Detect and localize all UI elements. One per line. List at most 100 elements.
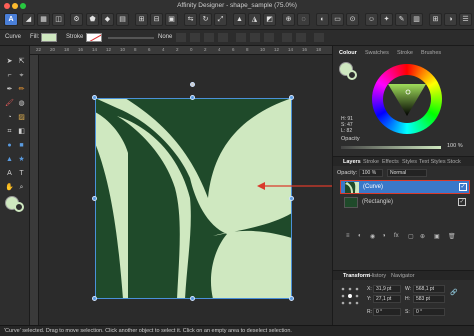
mask-icon[interactable]: ◑ bbox=[444, 13, 457, 26]
ellipse-tool-icon[interactable]: ● bbox=[4, 140, 15, 151]
persona-vector-icon[interactable]: ◢ bbox=[22, 13, 35, 26]
colour-triangle[interactable] bbox=[386, 80, 428, 118]
curve-option-2-icon[interactable] bbox=[190, 33, 200, 42]
frame-text-icon[interactable]: T bbox=[16, 168, 27, 179]
fill-swatch[interactable] bbox=[41, 33, 57, 42]
tab-swatches[interactable]: Swatches bbox=[365, 50, 389, 56]
tab-colour[interactable]: Colour bbox=[339, 50, 357, 56]
curve-option-3-icon[interactable] bbox=[204, 33, 214, 42]
visibility-checkbox[interactable]: ✓ bbox=[458, 198, 466, 206]
place-image-icon[interactable]: ▨ bbox=[16, 112, 27, 123]
layer-row-curve[interactable]: (Curve) ✓ bbox=[340, 180, 470, 194]
tab-transform[interactable]: Transform bbox=[343, 273, 370, 279]
handle-middle-right[interactable] bbox=[289, 196, 294, 201]
triangle-tool-icon[interactable]: ▲ bbox=[4, 154, 15, 165]
handle-bottom-right[interactable] bbox=[289, 296, 294, 301]
opacity-slider[interactable] bbox=[341, 146, 441, 149]
delete-layer-icon[interactable]: 🗑 bbox=[448, 233, 456, 240]
tab-layers[interactable]: Layers bbox=[343, 159, 361, 165]
curve-option-9-icon[interactable] bbox=[296, 33, 306, 42]
vector-brush-icon[interactable]: 🖌 bbox=[4, 98, 15, 109]
assistant-icon[interactable]: ✦ bbox=[380, 13, 393, 26]
curve-option-10-icon[interactable] bbox=[314, 33, 324, 42]
distribute-icon[interactable]: ⊟ bbox=[150, 13, 163, 26]
visibility-checkbox[interactable]: ✓ bbox=[459, 183, 467, 191]
stroke-swatch[interactable] bbox=[86, 33, 102, 42]
slice-tool-icon[interactable]: ◧ bbox=[16, 126, 27, 137]
handle-bottom-left[interactable] bbox=[92, 296, 97, 301]
tab-stock[interactable]: Stock bbox=[447, 159, 461, 165]
curve-option-8-icon[interactable] bbox=[282, 33, 292, 42]
tab-stroke-2[interactable]: Stroke bbox=[363, 159, 379, 165]
brush-icon[interactable]: ✎ bbox=[395, 13, 408, 26]
colour-wheel[interactable] bbox=[372, 64, 442, 134]
user-icon[interactable]: ☺ bbox=[365, 13, 378, 26]
tab-effects[interactable]: Effects bbox=[382, 159, 399, 165]
tab-history[interactable]: History bbox=[369, 273, 386, 279]
layer-row-rectangle[interactable]: (Rectangle) ✓ bbox=[340, 196, 470, 210]
grid-icon[interactable]: ⊞ bbox=[429, 13, 442, 26]
tab-navigator[interactable]: Navigator bbox=[391, 273, 415, 279]
rotate-icon[interactable]: ↻ bbox=[199, 13, 212, 26]
mask-layer-icon[interactable]: ◐ bbox=[358, 233, 362, 239]
snapping-icon[interactable]: ◆ bbox=[101, 13, 114, 26]
stroke-width-slider[interactable] bbox=[108, 37, 154, 39]
tab-styles[interactable]: Styles bbox=[402, 159, 417, 165]
layer-opacity-field[interactable]: 100 % bbox=[359, 169, 383, 177]
arrange-icon[interactable]: ▤ bbox=[116, 13, 129, 26]
rotation-handle[interactable] bbox=[190, 82, 195, 87]
handle-bottom-center[interactable] bbox=[190, 296, 195, 301]
shape-icon[interactable]: ⬟ bbox=[86, 13, 99, 26]
w-field[interactable]: 568,1 pt bbox=[413, 285, 445, 293]
snap-grid-icon[interactable]: ⊕ bbox=[282, 13, 295, 26]
group-layers-icon[interactable]: ▢ bbox=[408, 233, 414, 240]
artistic-text-icon[interactable]: A bbox=[4, 168, 15, 179]
curve-option-4-icon[interactable] bbox=[218, 33, 228, 42]
crop-tool-icon[interactable]: ⌗ bbox=[4, 126, 15, 137]
layers-icon[interactable]: ▥ bbox=[410, 13, 423, 26]
fill-tool-icon[interactable]: ◍ bbox=[16, 98, 27, 109]
curve-option-1-icon[interactable] bbox=[176, 33, 186, 42]
star-tool-icon[interactable]: ★ bbox=[16, 154, 27, 165]
corner-tool-icon[interactable]: ⌐ bbox=[4, 70, 15, 81]
colour-stroke-well[interactable] bbox=[347, 70, 357, 80]
tab-text-styles[interactable]: Text Styles bbox=[419, 159, 446, 165]
boolean-intersect-icon[interactable]: ◩ bbox=[263, 13, 276, 26]
hand-tool-icon[interactable]: ✋ bbox=[4, 182, 15, 193]
persona-pixel-icon[interactable]: ▦ bbox=[37, 13, 50, 26]
anchor-selector[interactable] bbox=[340, 286, 360, 306]
preview-icon[interactable]: ▭ bbox=[331, 13, 344, 26]
zoom-tool-icon[interactable]: ⌕ bbox=[16, 182, 27, 193]
add-pixel-layer-icon[interactable]: ▣ bbox=[434, 233, 440, 240]
curve-option-7-icon[interactable] bbox=[264, 33, 274, 42]
move-tool-icon[interactable]: ➤ bbox=[4, 56, 15, 67]
pen-tool-icon[interactable]: ✒ bbox=[4, 84, 15, 95]
align-icon[interactable]: ⊞ bbox=[135, 13, 148, 26]
fx-icon[interactable]: fx bbox=[394, 233, 399, 239]
handle-middle-left[interactable] bbox=[92, 196, 97, 201]
point-transform-icon[interactable]: ⌖ bbox=[16, 70, 27, 81]
tab-brushes[interactable]: Brushes bbox=[421, 50, 441, 56]
settings-icon[interactable]: ⚙ bbox=[70, 13, 83, 26]
adjustment-icon[interactable]: ◑ bbox=[382, 233, 386, 239]
layer-visibility-icon[interactable]: ◉ bbox=[370, 233, 375, 240]
transform-icon[interactable]: ⤢ bbox=[214, 13, 227, 26]
zoom-icon[interactable]: ⊙ bbox=[346, 13, 359, 26]
x-field[interactable]: 31,9 pt bbox=[373, 285, 401, 293]
persona-export-icon[interactable]: ◫ bbox=[52, 13, 65, 26]
boolean-add-icon[interactable]: ▲ bbox=[233, 13, 246, 26]
add-layer-icon[interactable]: ⊕ bbox=[420, 233, 425, 240]
rectangle-tool-icon[interactable]: ■ bbox=[16, 140, 27, 151]
curve-option-6-icon[interactable] bbox=[250, 33, 260, 42]
node-icon[interactable]: ◌ bbox=[297, 13, 310, 26]
h-field[interactable]: 583 pt bbox=[413, 295, 445, 303]
blend-mode-select[interactable]: Normal bbox=[387, 169, 427, 177]
pencil-tool-icon[interactable]: ✏ bbox=[16, 84, 27, 95]
s-field[interactable]: 0 ° bbox=[413, 308, 445, 316]
boolean-subtract-icon[interactable]: ◮ bbox=[248, 13, 261, 26]
curve-option-5-icon[interactable] bbox=[236, 33, 246, 42]
flip-icon[interactable]: ⇆ bbox=[184, 13, 197, 26]
y-field[interactable]: 27,1 pt bbox=[373, 295, 401, 303]
handle-top-right[interactable] bbox=[289, 95, 294, 100]
layer-options-icon[interactable]: ≡ bbox=[346, 233, 350, 239]
